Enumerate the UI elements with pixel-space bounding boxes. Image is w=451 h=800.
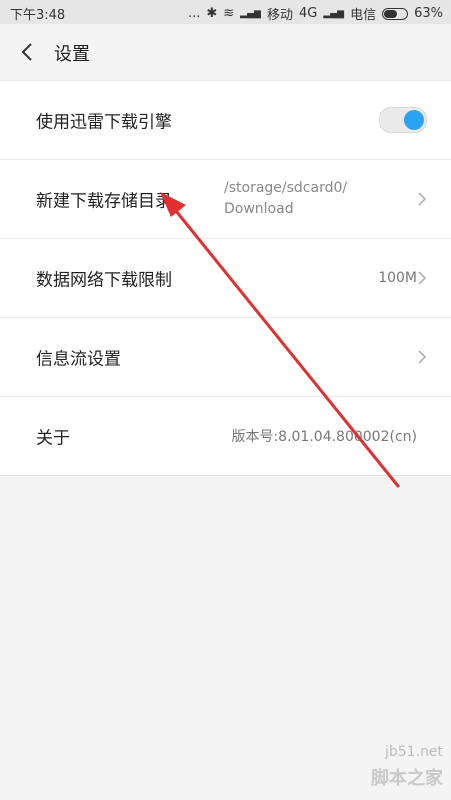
setting-label: 关于 [36, 428, 70, 449]
back-button[interactable] [14, 38, 42, 66]
battery-percent: 63% [414, 6, 443, 21]
status-bar: 下午3:48 ... ✱ ≋ ▂▄▆ 移动 4G ▂▄▆ 电信 63% [0, 0, 451, 24]
setting-label: 数据网络下载限制 [36, 270, 172, 291]
watermark-domain: jb51.net [384, 744, 443, 760]
setting-label: 信息流设置 [36, 349, 121, 370]
chevron-right-icon [418, 271, 427, 285]
setting-label: 新建下载存储目录 [36, 191, 172, 212]
signal-icon-2: ▂▄▆ [323, 8, 345, 19]
network-type: 4G [298, 6, 318, 21]
watermark-site: 脚本之家 [371, 768, 443, 789]
chevron-right-icon [418, 350, 427, 364]
setting-row-xunlei-engine[interactable]: 使用迅雷下载引擎 [0, 81, 451, 160]
toggle-knob [404, 110, 424, 130]
setting-row-data-limit[interactable]: 数据网络下载限制 100M [0, 239, 451, 318]
download-path-line2: Download [224, 201, 294, 217]
setting-label: 使用迅雷下载引擎 [36, 112, 172, 133]
status-time: 下午3:48 [10, 8, 66, 23]
wifi-icon: ≋ [223, 6, 235, 21]
setting-row-feed-settings[interactable]: 信息流设置 [0, 318, 451, 397]
battery-level-fill [384, 9, 398, 18]
chevron-right-icon [418, 192, 427, 206]
signal-icon-1: ▂▄▆ [240, 8, 261, 19]
chevron-left-icon [21, 43, 32, 61]
battery-icon [382, 7, 409, 20]
page-title: 设置 [54, 44, 90, 65]
settings-list: 使用迅雷下载引擎 新建下载存储目录 /storage/sdcard0/ Down… [0, 80, 451, 476]
setting-row-about[interactable]: 关于 版本号:8.01.04.800002(cn) [0, 397, 451, 475]
setting-row-download-directory[interactable]: 新建下载存储目录 /storage/sdcard0/ Download [0, 160, 451, 239]
download-path-line1: /storage/sdcard0/ [224, 180, 348, 196]
data-limit-value: 100M [378, 270, 417, 286]
version-value: 版本号:8.01.04.800002(cn) [231, 429, 417, 445]
header-bar: 设置 [0, 24, 451, 80]
xunlei-engine-toggle[interactable] [379, 107, 427, 133]
carrier-2: 电信 [350, 8, 377, 23]
more-dots-icon: ... [187, 6, 201, 21]
carrier-1: 移动 [266, 8, 293, 23]
download-path: /storage/sdcard0/ Download [224, 178, 347, 220]
bluetooth-icon: ✱ [206, 6, 218, 21]
status-icons: ... ✱ ≋ ▂▄▆ 移动 4G ▂▄▆ 电信 63% [188, 4, 443, 23]
